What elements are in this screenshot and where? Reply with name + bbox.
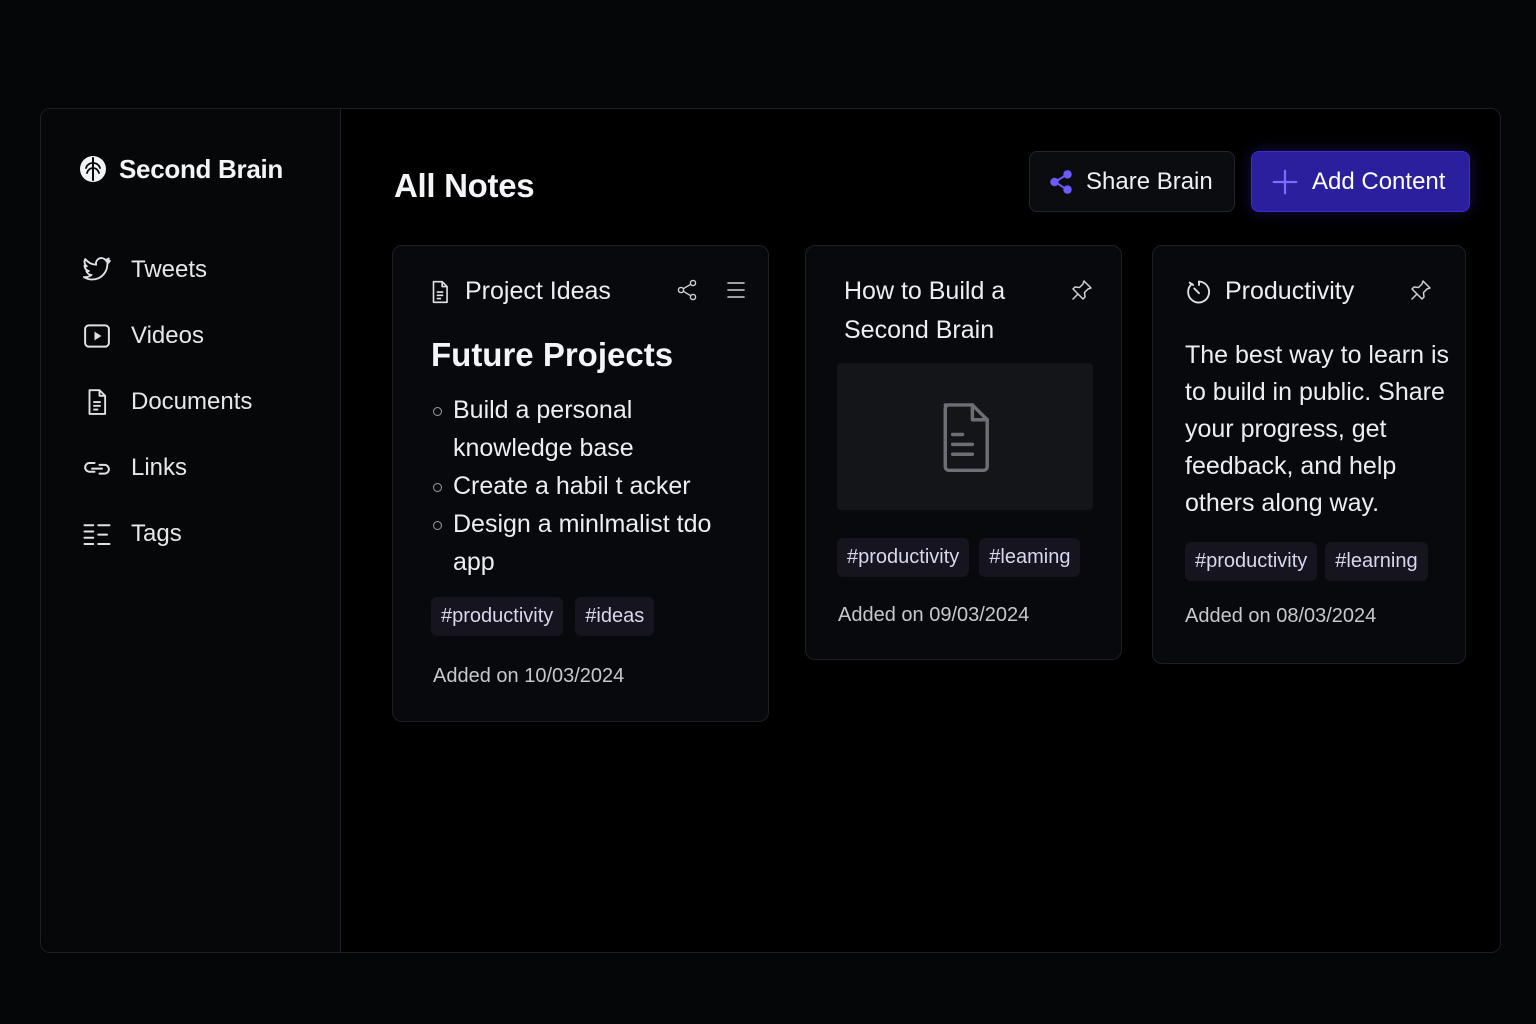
- tag-list: #productivity #ideas: [431, 597, 655, 636]
- note-card-productivity[interactable]: Productivity The best way to learn is to…: [1152, 245, 1466, 664]
- document-icon: [935, 400, 995, 474]
- sidebar-item-links[interactable]: Links: [81, 435, 252, 501]
- card-heading: Future Projects: [431, 336, 674, 373]
- tag-chip[interactable]: #ideas: [575, 597, 655, 636]
- add-content-button[interactable]: Add Content: [1251, 151, 1470, 212]
- document-preview[interactable]: [837, 363, 1093, 510]
- sidebar-item-label: Links: [131, 454, 188, 481]
- plus-icon: [1270, 167, 1300, 197]
- pin-icon[interactable]: [1070, 278, 1094, 302]
- list-item: Design a minlmalist tdo app: [431, 505, 751, 581]
- sidebar-item-label: Documents: [131, 388, 253, 415]
- tag-chip[interactable]: #leaming: [979, 538, 1081, 577]
- card-header: Productivity: [1185, 272, 1354, 311]
- sidebar-item-tweets[interactable]: Tweets: [81, 237, 252, 303]
- document-icon: [81, 386, 113, 418]
- app-window: Second Brain Tweets Videos Documents Lin…: [40, 108, 1501, 953]
- link-icon: [81, 452, 113, 484]
- share-icon[interactable]: [675, 277, 699, 303]
- tags-icon: [81, 518, 113, 550]
- card-title: How to Build a Second Brain: [844, 277, 1006, 344]
- tag-list: #productivity #learning: [1185, 542, 1428, 581]
- note-card-second-brain[interactable]: How to Build a Second Brain #productivit…: [805, 245, 1122, 660]
- tag-chip[interactable]: #productivity: [1185, 542, 1318, 581]
- brand[interactable]: Second Brain: [77, 153, 283, 185]
- tag-chip[interactable]: #productivity: [837, 538, 970, 577]
- sidebar-item-videos[interactable]: Videos: [81, 303, 252, 369]
- brain-logo-icon: [77, 153, 109, 185]
- share-icon: [1048, 169, 1074, 195]
- note-body: The best way to learn is to build in pub…: [1185, 341, 1450, 517]
- sidebar-nav: Tweets Videos Documents Links Tags: [81, 237, 252, 567]
- note-card-project-ideas[interactable]: Project Ideas Future Projects Build a pe…: [392, 245, 769, 722]
- bullet-list: Build a personal knowledge base Create a…: [431, 391, 751, 581]
- card-title: Productivity: [1225, 277, 1355, 305]
- tag-chip[interactable]: #learning: [1325, 542, 1428, 581]
- pin-icon[interactable]: [1409, 278, 1433, 302]
- card-header: Project Ideas: [427, 272, 611, 311]
- tag-chip[interactable]: #productivity: [431, 597, 564, 636]
- sidebar-item-tags[interactable]: Tags: [81, 501, 252, 567]
- sidebar-item-label: Tags: [131, 520, 182, 547]
- tag-list: #productivity #leaming: [837, 538, 1081, 577]
- twitter-icon: [81, 254, 113, 286]
- video-icon: [81, 320, 113, 352]
- sidebar-item-documents[interactable]: Documents: [81, 369, 252, 435]
- added-date: Added on 10/03/2024: [433, 665, 625, 687]
- list-item: Build a personal knowledge base: [431, 391, 751, 467]
- card-title: Project Ideas: [465, 277, 611, 305]
- main-content: All Notes Share Brain Add Content Projec…: [341, 109, 1500, 952]
- document-icon: [427, 278, 453, 306]
- list-item: Create a habil t acker: [431, 467, 751, 505]
- sidebar-item-label: Videos: [131, 322, 204, 349]
- share-brain-label: Share Brain: [1086, 167, 1213, 195]
- sidebar-item-label: Tweets: [131, 256, 208, 283]
- added-date: Added on 08/03/2024: [1185, 605, 1377, 627]
- menu-icon[interactable]: [725, 277, 747, 303]
- brand-name: Second Brain: [119, 153, 283, 184]
- added-date: Added on 09/03/2024: [838, 604, 1030, 626]
- share-brain-button[interactable]: Share Brain: [1029, 151, 1235, 212]
- add-content-label: Add Content: [1312, 167, 1446, 195]
- sidebar: Second Brain Tweets Videos Documents Lin…: [41, 109, 341, 952]
- timer-icon: [1185, 278, 1213, 306]
- page-title: All Notes: [394, 167, 535, 204]
